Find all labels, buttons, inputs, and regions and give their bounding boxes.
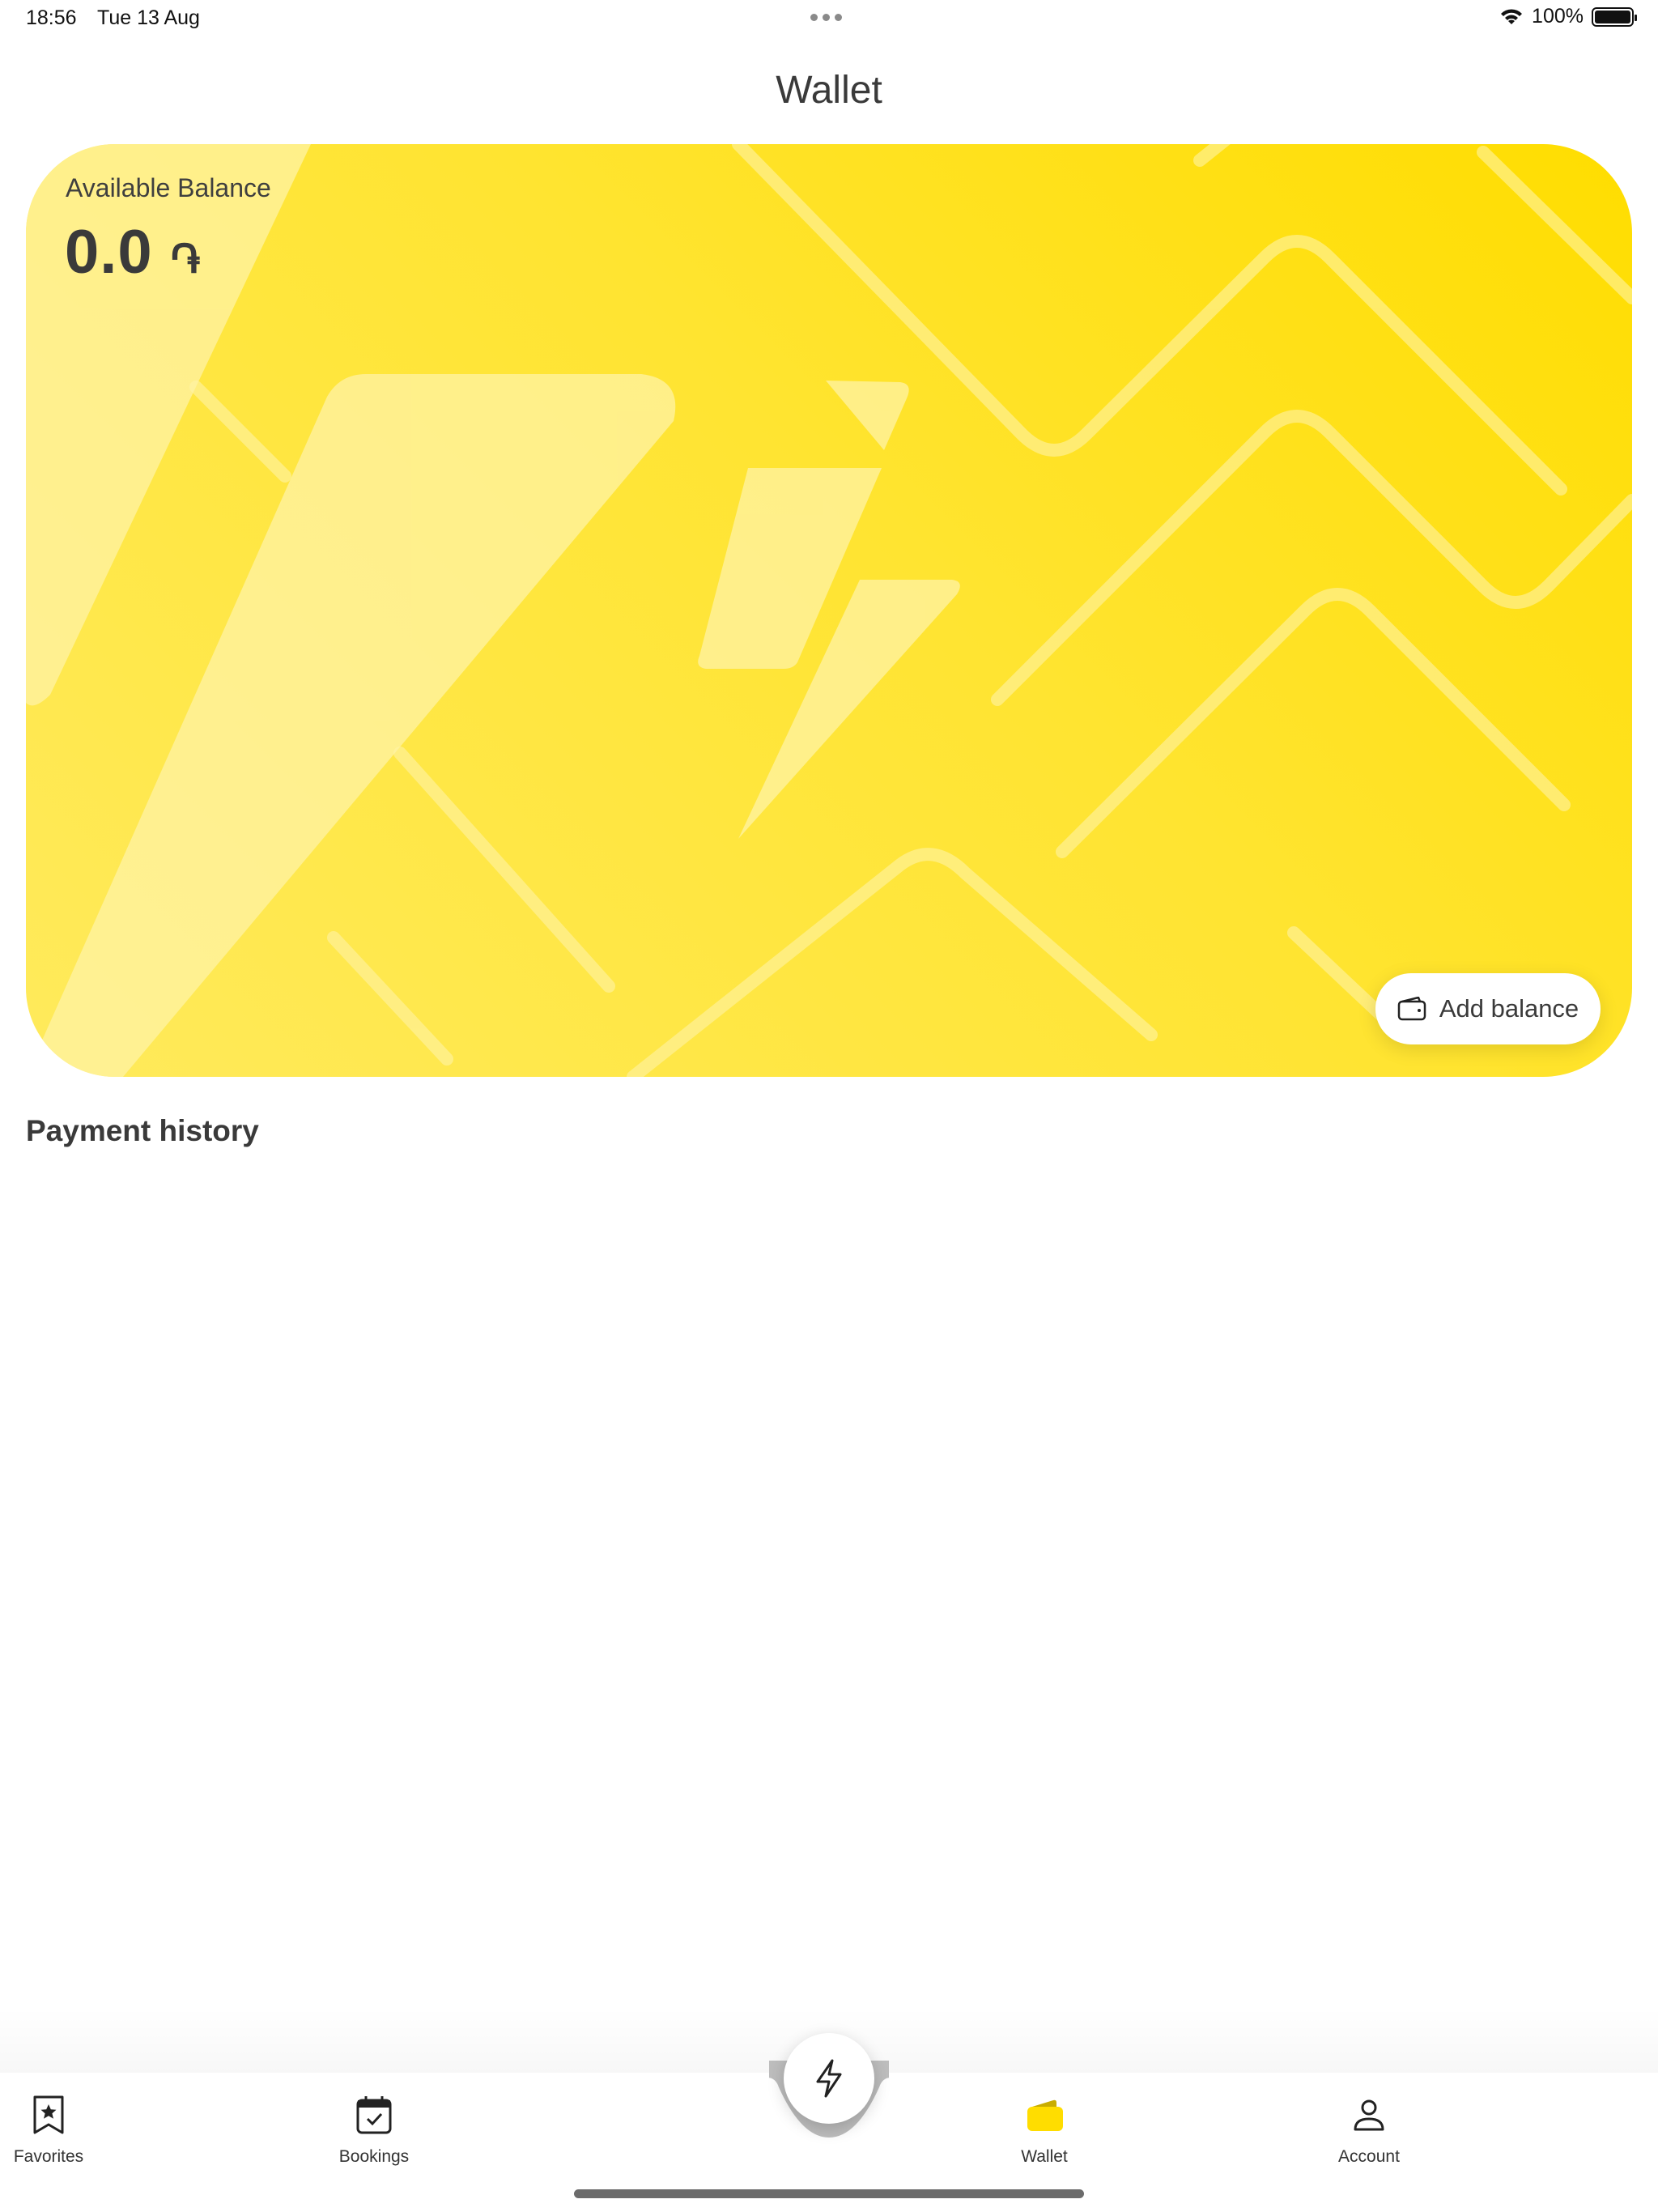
calendar-check-icon bbox=[356, 2096, 392, 2134]
multitasking-dots-icon[interactable] bbox=[810, 14, 842, 21]
wallet-outline-icon bbox=[1397, 997, 1426, 1021]
status-date: Tue 13 Aug bbox=[97, 6, 200, 29]
page-title: Wallet bbox=[776, 69, 882, 112]
balance-value: 0.0 bbox=[65, 218, 153, 287]
user-icon bbox=[1354, 2099, 1384, 2131]
home-indicator[interactable] bbox=[574, 2189, 1084, 2198]
tab-label-account: Account bbox=[1338, 2147, 1400, 2166]
status-indicators: 100% bbox=[1499, 5, 1637, 28]
tab-label-bookings: Bookings bbox=[338, 2147, 410, 2166]
wallet-icon bbox=[1027, 2099, 1063, 2131]
currency-symbol: ֏ bbox=[170, 236, 201, 282]
battery-icon bbox=[1592, 6, 1637, 27]
add-balance-label: Add balance bbox=[1439, 994, 1579, 1023]
tab-label-wallet: Wallet bbox=[1021, 2147, 1068, 2166]
tab-label-favorites: Favorites bbox=[13, 2147, 84, 2166]
wallet-balance-card: Available Balance 0.0 ֏ Add balance bbox=[26, 144, 1632, 1077]
available-balance-label: Available Balance bbox=[66, 173, 271, 202]
tab-favorites[interactable]: Favorites bbox=[0, 2094, 121, 2167]
tab-wallet[interactable]: Wallet bbox=[971, 2094, 1117, 2167]
bookmark-star-icon bbox=[33, 2095, 64, 2134]
card-pattern-decoration bbox=[26, 144, 1632, 1077]
add-balance-button[interactable]: Add balance bbox=[1375, 973, 1601, 1044]
wifi-icon bbox=[1501, 8, 1523, 24]
balance-amount: 0.0 ֏ bbox=[65, 217, 200, 287]
status-time: 18:56 bbox=[26, 6, 77, 29]
quick-action-button[interactable] bbox=[784, 2033, 874, 2124]
battery-percentage: 100% bbox=[1532, 5, 1584, 28]
payment-history-title: Payment history bbox=[26, 1114, 259, 1147]
status-bar: 18:56 Tue 13 Aug 100% bbox=[0, 0, 1658, 39]
tab-bookings[interactable]: Bookings bbox=[301, 2094, 447, 2167]
tab-account[interactable]: Account bbox=[1296, 2094, 1442, 2167]
lightning-icon bbox=[816, 2059, 842, 2098]
